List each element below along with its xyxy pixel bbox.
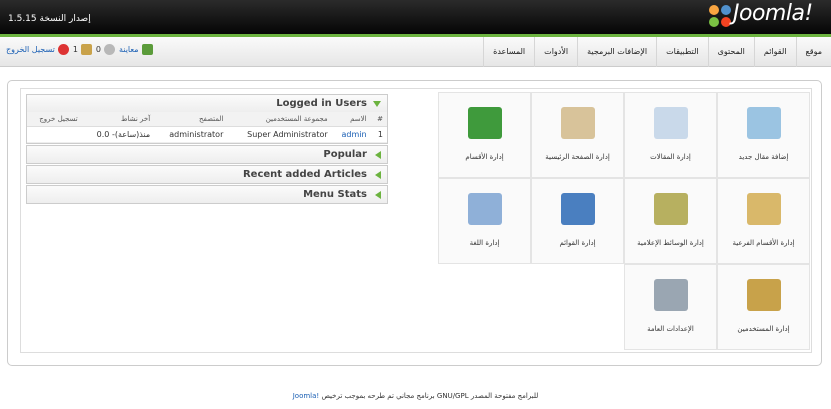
article-manager-icon: [654, 107, 688, 139]
toolbar: موقع القوائم المحتوى التطبيقات الإضافات …: [0, 37, 831, 67]
users-count: 1: [72, 45, 78, 54]
collapsed-arrow-icon: [375, 170, 381, 179]
language-manager-button[interactable]: إدارة اللغة: [438, 178, 531, 264]
section-manager-icon: [468, 107, 502, 139]
table-header-row: تسجيل خروج آخر نشاط المتصفح مجموعة المست…: [27, 112, 387, 127]
collapsed-arrow-icon: [375, 150, 381, 159]
version-text: إصدار النسخة 1.5.15: [8, 14, 91, 24]
menu-content[interactable]: المحتوى: [707, 37, 754, 67]
users-indicator[interactable]: 1: [73, 44, 92, 55]
global-config-icon: [654, 279, 688, 311]
module-panels: Logged in Users تسجيل خروج آخر نشاط المت…: [26, 94, 388, 205]
menu-manager-button[interactable]: إدارة القوائم: [531, 178, 624, 264]
joomla-link[interactable]: Joomla!: [293, 392, 320, 400]
content-frame: Logged in Users تسجيل خروج آخر نشاط المت…: [7, 80, 822, 366]
col-group: مجموعة المستخدمين: [227, 112, 332, 127]
logged-in-users-panel: Logged in Users تسجيل خروج آخر نشاط المت…: [26, 94, 388, 144]
user-manager-icon: [747, 279, 781, 311]
section-manager-button[interactable]: إدارة الأقسام: [438, 92, 531, 178]
cell-logout[interactable]: [27, 126, 82, 143]
logout-icon: [57, 44, 69, 55]
expanded-arrow-icon: [373, 101, 381, 107]
users-table: تسجيل خروج آخر نشاط المتصفح مجموعة المست…: [27, 112, 387, 143]
messages-indicator[interactable]: 0: [96, 44, 115, 55]
cell-name[interactable]: admin: [331, 126, 371, 143]
joomla-logo-icon: [709, 5, 731, 27]
col-last-activity: آخر نشاط: [81, 112, 155, 127]
cell-number: 1: [370, 126, 387, 143]
popular-header[interactable]: Popular: [27, 145, 387, 163]
new-article-button[interactable]: إضافة مقال جديد: [717, 92, 810, 178]
menu-help[interactable]: المساعدة: [483, 37, 534, 67]
main-menu: موقع القوائم المحتوى التطبيقات الإضافات …: [483, 37, 831, 67]
menu-menus[interactable]: القوائم: [753, 37, 796, 67]
col-number: #: [370, 112, 387, 127]
users-icon: [80, 44, 92, 55]
menu-components[interactable]: التطبيقات: [656, 37, 707, 67]
footer: Joomla! برنامج مجاني تم طرحه بموجب ترخيص…: [0, 392, 831, 400]
control-panel: Logged in Users تسجيل خروج آخر نشاط المت…: [20, 88, 812, 353]
logged-in-users-header[interactable]: Logged in Users: [27, 95, 387, 112]
cell-group: Super Administrator: [227, 126, 332, 143]
global-config-button[interactable]: الإعدادات العامة: [624, 264, 717, 350]
language-manager-icon: [468, 193, 502, 225]
recent-articles-header[interactable]: Recent added Articles: [27, 165, 387, 183]
cell-client: administrator: [154, 126, 228, 143]
col-name: الاسم: [331, 112, 371, 127]
messages-count: 0: [95, 45, 101, 54]
col-logout: تسجيل خروج: [27, 112, 82, 127]
menu-site[interactable]: موقع: [795, 37, 831, 67]
status-area: معاينة 0 1 تسجيل الخروج: [6, 44, 153, 55]
logout-label[interactable]: تسجيل الخروج: [6, 45, 55, 54]
new-article-icon: [747, 107, 781, 139]
menu-manager-icon: [561, 193, 595, 225]
footer-text: برنامج مجاني تم طرحه بموجب ترخيص GNU/GPL…: [319, 392, 539, 400]
messages-icon: [104, 44, 115, 55]
media-manager-icon: [654, 193, 688, 225]
popular-panel: Popular: [26, 144, 388, 164]
cell-last-activity: منذ(ساعة)- 0.0: [81, 126, 155, 143]
preview-icon: [141, 44, 153, 55]
header-bar: إصدار النسخة 1.5.15 Joomla!: [0, 0, 831, 34]
article-manager-button[interactable]: إدارة المقالات: [624, 92, 717, 178]
user-manager-button[interactable]: إدارة المستخدمين: [717, 264, 810, 350]
joomla-logo: Joomla!: [707, 1, 827, 31]
preview-label[interactable]: معاينة: [119, 45, 139, 54]
menu-tools[interactable]: الأدوات: [534, 37, 577, 67]
menu-stats-header[interactable]: Menu Stats: [27, 185, 387, 203]
collapsed-arrow-icon: [375, 190, 381, 199]
menu-stats-panel: Menu Stats: [26, 184, 388, 204]
menu-extensions[interactable]: الإضافات البرمجية: [577, 37, 656, 67]
col-client: المتصفح: [154, 112, 228, 127]
category-manager-button[interactable]: إدارة الأقسام الفرعية: [717, 178, 810, 264]
category-manager-icon: [747, 193, 781, 225]
preview-link[interactable]: معاينة: [119, 44, 153, 55]
table-row: منذ(ساعة)- 0.0 administrator Super Admin…: [27, 126, 387, 143]
frontpage-manager-button[interactable]: إدارة الصفحة الرئيسية: [531, 92, 624, 178]
frontpage-manager-icon: [561, 107, 595, 139]
logout-link[interactable]: تسجيل الخروج: [6, 44, 69, 55]
recent-articles-panel: Recent added Articles: [26, 164, 388, 184]
media-manager-button[interactable]: إدارة الوسائط الإعلامية: [624, 178, 717, 264]
